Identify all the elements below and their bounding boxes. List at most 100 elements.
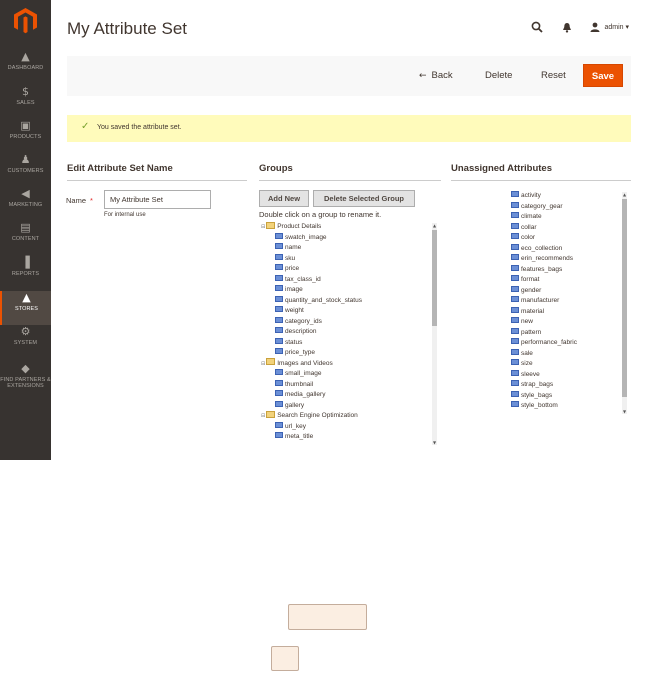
- tree-attribute-item[interactable]: thumbnail: [275, 379, 313, 390]
- tree-item-label: gallery: [285, 401, 305, 409]
- tree-attribute-item[interactable]: quantity_and_stock_status: [275, 295, 362, 306]
- unassigned-scrollbar[interactable]: ▲ ▼: [622, 192, 627, 414]
- scroll-down-arrow-icon[interactable]: ▼: [622, 409, 627, 414]
- sidebar-item-sales[interactable]: $ SALES: [0, 85, 51, 119]
- tree-attribute-item[interactable]: gallery: [275, 400, 305, 411]
- unassigned-attribute-item[interactable]: collar: [511, 222, 537, 233]
- unassigned-attribute-item[interactable]: climate: [511, 212, 542, 222]
- tree-attribute-item[interactable]: small_image: [275, 369, 322, 379]
- unassigned-attribute-item[interactable]: category_gear: [511, 201, 563, 212]
- header-actions: admin ▾: [530, 17, 629, 37]
- attribute-icon: [511, 401, 519, 408]
- unassigned-attribute-item[interactable]: format: [511, 275, 539, 285]
- unassigned-attribute-item[interactable]: style_bags: [511, 390, 552, 401]
- attribute-icon: [275, 327, 283, 334]
- tree-attribute-item[interactable]: category_ids: [275, 316, 322, 327]
- attribute-icon: [275, 348, 283, 355]
- scrollbar-thumb[interactable]: [622, 199, 627, 397]
- unassigned-attribute-item[interactable]: erin_recommends: [511, 254, 573, 264]
- tree-attribute-item[interactable]: price_type: [275, 348, 315, 358]
- reset-button[interactable]: Reset: [541, 64, 566, 87]
- group-folder[interactable]: ⊟ Images and Videos: [261, 358, 333, 369]
- collapse-icon[interactable]: ⊟: [261, 224, 265, 230]
- save-button[interactable]: Save: [583, 64, 623, 87]
- attribute-icon: [275, 285, 283, 292]
- tree-item-label: pattern: [521, 328, 542, 336]
- unassigned-attribute-item[interactable]: eco_collection: [511, 243, 562, 254]
- attribute-icon: [511, 243, 519, 250]
- scrollbar-thumb[interactable]: [432, 230, 437, 326]
- sidebar-item-dashboard[interactable]: ▲ DASHBOARD: [0, 50, 51, 84]
- groups-tree[interactable]: ⊟ Product Details swatch_image name sku price…: [259, 222, 441, 444]
- tree-item-label: price_type: [285, 349, 315, 356]
- delete-button[interactable]: Delete: [485, 64, 512, 87]
- back-button[interactable]: ← Back: [419, 64, 453, 87]
- bell-icon[interactable]: [560, 20, 574, 34]
- delete-selected-group-button[interactable]: Delete Selected Group: [313, 190, 415, 207]
- scroll-down-arrow-icon[interactable]: ▼: [432, 440, 437, 445]
- tree-attribute-item[interactable]: description: [275, 327, 316, 337]
- groups-scrollbar[interactable]: ▲ ▼: [432, 223, 437, 445]
- sidebar-item-find-partners-extensions[interactable]: ◆ FIND PARTNERS & EXTENSIONS: [0, 362, 51, 402]
- tree-attribute-item[interactable]: media_gallery: [275, 390, 325, 400]
- collapse-icon[interactable]: ⊟: [261, 413, 265, 419]
- sidebar-item-stores[interactable]: ▲ STORES: [0, 291, 51, 325]
- arrow-left-icon: ←: [419, 71, 427, 81]
- tree-attribute-item[interactable]: status: [275, 337, 302, 348]
- attribute-set-name-input[interactable]: My Attribute Set: [104, 190, 211, 209]
- collapse-icon[interactable]: ⊟: [261, 361, 265, 367]
- sidebar-item-reports[interactable]: ▐ REPORTS: [0, 256, 51, 290]
- tree-item-label: description: [285, 328, 317, 335]
- sidebar-item-content[interactable]: ▤ CONTENT: [0, 221, 51, 255]
- add-new-group-button[interactable]: Add New: [259, 190, 309, 207]
- tree-attribute-item[interactable]: sku: [275, 253, 295, 264]
- decorative-button-shape: [288, 604, 367, 630]
- tree-attribute-item[interactable]: swatch_image: [275, 232, 327, 243]
- tree-attribute-item[interactable]: tax_class_id: [275, 274, 321, 285]
- unassigned-attribute-item[interactable]: strap_bags: [511, 380, 553, 390]
- sidebar-item-system[interactable]: ⚙ SYSTEM: [0, 325, 51, 359]
- unassigned-attribute-item[interactable]: pattern: [511, 327, 542, 338]
- group-folder[interactable]: ⊟ Search Engine Optimization: [261, 410, 358, 421]
- unassigned-attribute-item[interactable]: features_bags: [511, 264, 562, 275]
- unassigned-attribute-item[interactable]: activity: [511, 191, 541, 201]
- scroll-up-arrow-icon[interactable]: ▲: [622, 192, 627, 197]
- magento-logo-icon[interactable]: [13, 7, 38, 34]
- tree-item-label: url_key: [285, 422, 306, 430]
- edit-attribute-set-name-title: Edit Attribute Set Name: [67, 163, 173, 174]
- tree-item-label: tax_class_id: [285, 275, 321, 283]
- attribute-icon: [511, 275, 519, 282]
- sidebar-item-customers[interactable]: ♟ CUSTOMERS: [0, 153, 51, 187]
- tree-attribute-item[interactable]: weight: [275, 306, 304, 316]
- sidebar-item-label: MARKETING: [8, 202, 43, 208]
- tree-attribute-item[interactable]: image: [275, 285, 303, 295]
- attribute-icon: [275, 274, 283, 281]
- unassigned-attribute-item[interactable]: manufacturer: [511, 296, 559, 306]
- attribute-icon: [275, 400, 283, 407]
- tree-attribute-item[interactable]: name: [275, 243, 301, 253]
- unassigned-attribute-item[interactable]: material: [511, 306, 544, 317]
- tree-attribute-item[interactable]: meta_title: [275, 432, 313, 442]
- scroll-up-arrow-icon[interactable]: ▲: [432, 223, 437, 228]
- attribute-icon: [511, 306, 519, 313]
- sidebar-item-marketing[interactable]: ◀ MARKETING: [0, 187, 51, 221]
- search-icon[interactable]: [530, 20, 544, 34]
- group-folder[interactable]: ⊟ Product Details: [261, 222, 321, 232]
- unassigned-attribute-item[interactable]: sale: [511, 348, 533, 359]
- unassigned-attribute-item[interactable]: size: [511, 359, 533, 369]
- unassigned-attributes-tree[interactable]: activity category_gear climate collar color e…: [456, 188, 626, 416]
- unassigned-attribute-item[interactable]: performance_fabric: [511, 338, 577, 348]
- unassigned-attribute-item[interactable]: color: [511, 233, 535, 243]
- tree-item-label: performance_fabric: [521, 339, 577, 346]
- user-menu[interactable]: admin ▾: [590, 22, 629, 32]
- unassigned-attribute-item[interactable]: gender: [511, 285, 541, 296]
- sidebar-item-products[interactable]: ▣ PRODUCTS: [0, 119, 51, 153]
- unassigned-attribute-item[interactable]: new: [511, 317, 533, 327]
- tree-attribute-item[interactable]: url_key: [275, 421, 306, 432]
- back-label: Back: [431, 70, 453, 81]
- box-icon: ▣: [20, 119, 31, 132]
- unassigned-attribute-item[interactable]: style_bottom: [511, 401, 558, 411]
- tree-item-label: quantity_and_stock_status: [285, 296, 362, 304]
- tree-attribute-item[interactable]: price: [275, 264, 299, 274]
- unassigned-attribute-item[interactable]: sleeve: [511, 369, 540, 380]
